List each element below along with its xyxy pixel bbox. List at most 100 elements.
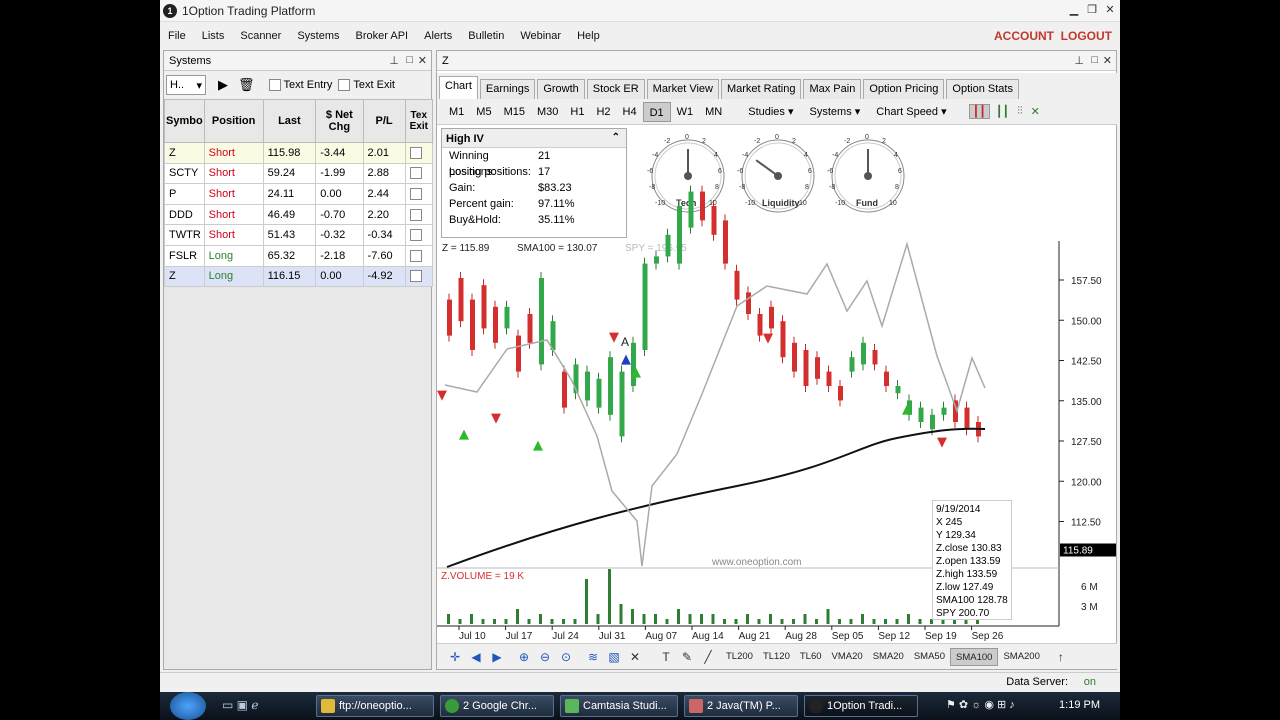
tf-m15[interactable]: M15 [498,102,531,122]
system-select[interactable]: H.. ▾ [166,75,206,95]
line-chart-icon[interactable]: ✕ [1031,105,1040,118]
col-symbol[interactable]: Symbo [164,99,205,143]
tab-option-stats[interactable]: Option Stats [946,79,1019,99]
tf-m30[interactable]: M30 [531,102,564,122]
overlay-sma100[interactable]: SMA100 [950,647,999,666]
quick-launch-icons[interactable]: ▭ ▣ ℯ [222,698,258,712]
account-button[interactable]: ACCOUNT [994,29,1054,43]
taskbar-item-camtasia[interactable]: Camtasia Studi... [560,695,678,717]
studies-dropdown[interactable]: Studies ▾ [740,105,801,118]
cell-exit[interactable] [404,162,434,185]
menu-bulletin[interactable]: Bulletin [460,30,512,42]
tab-growth[interactable]: Growth [537,79,585,99]
systems-dropdown[interactable]: Systems ▾ [802,105,869,118]
table-row[interactable]: Z Long 116.15 0.00 -4.92 [164,265,434,288]
tab-option-pricing[interactable]: Option Pricing [863,79,945,99]
cell-exit[interactable] [404,203,434,226]
table-row[interactable]: DDD Short 46.49 -0.70 2.20 [164,203,434,226]
close-icon[interactable]: ✕ [418,54,427,67]
cell-exit[interactable] [404,183,434,205]
tf-d1[interactable]: D1 [642,101,671,122]
exit-checkbox[interactable] [409,167,422,180]
table-row[interactable]: SCTY Short 59.24 -1.99 2.88 [164,162,434,185]
system-tray-icons[interactable]: ⚑ ✿ ☼ ◉ ⊞ ♪ [946,698,1015,711]
chart-speed-dropdown[interactable]: Chart Speed ▾ [868,105,954,118]
tf-h4[interactable]: H4 [617,102,643,122]
collapse-icon[interactable]: ⌃ [612,132,620,143]
exit-checkbox[interactable] [409,208,422,221]
cell-exit[interactable] [404,244,434,267]
tab-market-view[interactable]: Market View [646,79,719,99]
zoom-fit-icon[interactable]: ⊙ [558,649,574,665]
col-text-exit[interactable]: Tex Exit [404,99,434,143]
overlay-vma20[interactable]: VMA20 [827,651,868,662]
col-net-chg[interactable]: $ Net Chg [315,99,364,143]
menu-broker-api[interactable]: Broker API [348,30,417,42]
close-icon[interactable]: ✕ [1103,54,1112,67]
taskbar-item-chrome[interactable]: 2 Google Chr... [440,695,554,717]
tab-chart[interactable]: Chart [439,76,478,99]
col-pl[interactable]: P/L [362,99,406,143]
cell-exit[interactable] [404,142,434,164]
overlay-sma50[interactable]: SMA50 [909,651,950,662]
exit-checkbox[interactable] [409,188,422,201]
trash-icon[interactable]: 🗑 [238,77,255,93]
pin-icon[interactable]: ⊥ [1074,54,1084,67]
tf-w1[interactable]: W1 [671,102,700,122]
scroll-left-icon[interactable]: ◀ [468,649,484,665]
start-button[interactable] [170,692,206,720]
maximize-icon[interactable]: □ [406,54,413,66]
pen-icon[interactable]: ✎ [679,649,695,665]
exit-checkbox[interactable] [409,249,422,262]
fibonacci-icon[interactable]: ≋ [585,649,601,665]
table-row[interactable]: FSLR Long 65.32 -2.18 -7.60 [164,244,434,267]
minimize-icon[interactable]: ▁ [1066,3,1082,17]
overlay-tl120[interactable]: TL120 [758,651,795,662]
col-last[interactable]: Last [262,99,317,143]
zoom-out-icon[interactable]: ⊖ [537,649,553,665]
play-icon[interactable]: ▶ [218,77,228,93]
zoom-in-icon[interactable]: ⊕ [516,649,532,665]
tab-stock-er[interactable]: Stock ER [586,79,645,99]
tf-m5[interactable]: M5 [470,102,497,122]
delete-icon[interactable]: ✕ [627,649,643,665]
menu-webinar[interactable]: Webinar [512,30,569,42]
logout-button[interactable]: LOGOUT [1061,29,1112,43]
overlay-tl60[interactable]: TL60 [795,651,827,662]
menu-systems[interactable]: Systems [289,30,347,42]
line-tool-icon[interactable]: ╱ [700,649,716,665]
tf-mn[interactable]: MN [699,102,728,122]
exit-checkbox[interactable] [409,270,422,283]
menu-file[interactable]: File [160,30,194,42]
col-position[interactable]: Position [203,99,264,143]
crosshair-icon[interactable]: ✛ [447,649,463,665]
tab-market-rating[interactable]: Market Rating [720,79,802,99]
menu-scanner[interactable]: Scanner [232,30,289,42]
exit-checkbox[interactable] [409,229,422,242]
bar-chart-icon[interactable]: ┃┃ [996,105,1009,118]
candlestick-icon[interactable]: ┃┃ [968,104,990,119]
scroll-right-icon[interactable]: ▶ [489,649,505,665]
ohlc-icon[interactable]: ⫶⫶ [1017,105,1023,118]
overlay-tl200[interactable]: TL200 [721,651,758,662]
menu-help[interactable]: Help [569,30,608,42]
tf-h2[interactable]: H2 [590,102,616,122]
text-entry-checkbox[interactable] [268,79,281,91]
overlay-sma20[interactable]: SMA20 [868,651,909,662]
table-row[interactable]: Z Short 115.98 -3.44 2.01 [164,142,434,164]
taskbar-item-1option[interactable]: 1Option Tradi... [804,695,918,717]
close-icon[interactable]: ✕ [1102,3,1118,17]
image-icon[interactable]: ▧ [606,649,622,665]
taskbar-item-java[interactable]: 2 Java(TM) P... [684,695,798,717]
table-row[interactable]: P Short 24.11 0.00 2.44 [164,183,434,205]
restore-icon[interactable]: ❐ [1084,3,1100,17]
arrow-up-icon[interactable]: ↑ [1053,649,1069,665]
table-row[interactable]: TWTR Short 51.43 -0.32 -0.34 [164,224,434,246]
text-exit-checkbox[interactable] [338,79,351,91]
menu-lists[interactable]: Lists [194,30,233,42]
tab-max-pain[interactable]: Max Pain [803,79,862,99]
taskbar-item-ftp[interactable]: ftp://oneoptio... [316,695,434,717]
menu-alerts[interactable]: Alerts [416,30,460,42]
pin-icon[interactable]: ⊥ [389,54,399,67]
tf-m1[interactable]: M1 [443,102,470,122]
